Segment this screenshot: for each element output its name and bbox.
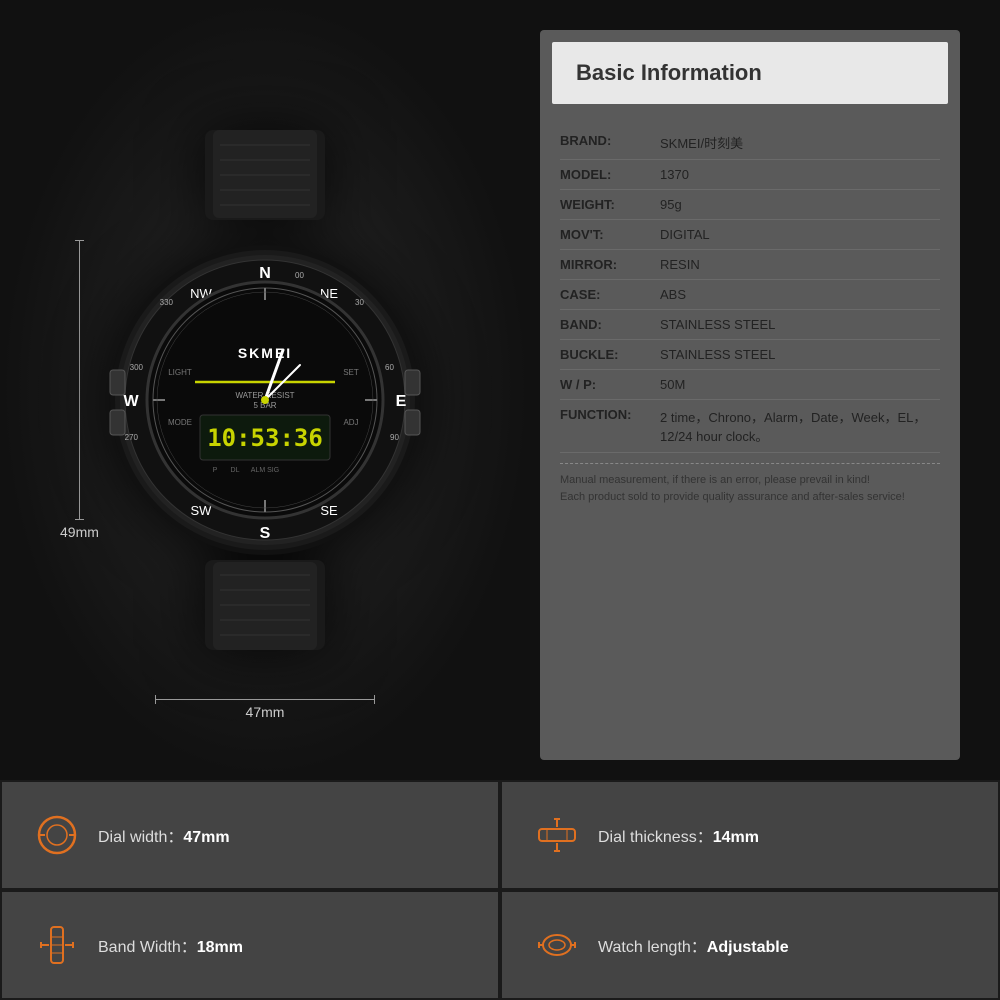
info-value: 2 time，Chrono，Alarm，Date，Week，EL，12/24 h… bbox=[660, 407, 940, 445]
svg-text:W: W bbox=[123, 393, 139, 410]
dial-thickness-icon bbox=[532, 813, 582, 857]
metric-dial-width: Dial width：47mm bbox=[0, 780, 500, 890]
info-label: CASE: bbox=[560, 287, 660, 302]
info-body: BRAND:SKMEI/时刻美MODEL:1370WEIGHT:95gMOV'T… bbox=[540, 116, 960, 533]
dimension-width-label: 47mm bbox=[155, 699, 375, 720]
metric-watch-length: Watch length：Adjustable bbox=[500, 890, 1000, 1000]
svg-text:MODE: MODE bbox=[168, 418, 192, 427]
watch-length-icon bbox=[532, 923, 582, 967]
svg-text:60: 60 bbox=[385, 363, 394, 372]
band-width-icon bbox=[32, 923, 82, 967]
info-label: MODEL: bbox=[560, 167, 660, 182]
width-value: 47mm bbox=[246, 704, 285, 720]
info-row: MODEL:1370 bbox=[560, 160, 940, 190]
info-row: MOV'T:DIGITAL bbox=[560, 220, 940, 250]
bottom-metrics: Dial width：47mm Dial thickness：14mm bbox=[0, 780, 1000, 1000]
svg-text:SKMEI: SKMEI bbox=[238, 345, 292, 361]
info-row: BAND:STAINLESS STEEL bbox=[560, 310, 940, 340]
svg-text:270: 270 bbox=[125, 433, 139, 442]
svg-text:30: 30 bbox=[355, 298, 364, 307]
svg-text:ADJ: ADJ bbox=[343, 418, 358, 427]
svg-text:LIGHT: LIGHT bbox=[168, 368, 192, 377]
info-header: Basic Information bbox=[552, 42, 948, 104]
info-value: ABS bbox=[660, 287, 940, 302]
svg-text:90: 90 bbox=[390, 433, 399, 442]
dial-thickness-label: Dial thickness：14mm bbox=[598, 823, 759, 847]
watch-length-label: Watch length：Adjustable bbox=[598, 933, 789, 957]
svg-text:S: S bbox=[260, 525, 271, 542]
info-label: MOV'T: bbox=[560, 227, 660, 242]
info-value: 95g bbox=[660, 197, 940, 212]
info-value: RESIN bbox=[660, 257, 940, 272]
band-width-value: 18mm bbox=[197, 939, 243, 956]
info-label: W / P: bbox=[560, 377, 660, 392]
info-label: WEIGHT: bbox=[560, 197, 660, 212]
svg-text:DL: DL bbox=[231, 467, 240, 474]
watch-svg: N S W E NE NW SE SW 00 30 60 330 300 90 … bbox=[105, 130, 425, 650]
svg-text:SET: SET bbox=[343, 368, 359, 377]
info-value: 1370 bbox=[660, 167, 940, 182]
info-value: STAINLESS STEEL bbox=[660, 347, 940, 362]
dial-width-value: 47mm bbox=[183, 829, 229, 846]
info-label: BRAND: bbox=[560, 133, 660, 148]
info-row: W / P:50M bbox=[560, 370, 940, 400]
metric-band-width: Band Width：18mm bbox=[0, 890, 500, 1000]
svg-text:SE: SE bbox=[320, 503, 338, 518]
info-value: DIGITAL bbox=[660, 227, 940, 242]
watch-length-value: Adjustable bbox=[707, 939, 789, 956]
svg-text:P: P bbox=[213, 467, 218, 474]
info-row: MIRROR:RESIN bbox=[560, 250, 940, 280]
info-row: BUCKLE:STAINLESS STEEL bbox=[560, 340, 940, 370]
watch-image: N S W E NE NW SE SW 00 30 60 330 300 90 … bbox=[90, 115, 440, 665]
metric-dial-thickness: Dial thickness：14mm bbox=[500, 780, 1000, 890]
info-label: MIRROR: bbox=[560, 257, 660, 272]
info-note: Manual measurement, if there is an error… bbox=[560, 463, 940, 513]
band-width-label: Band Width：18mm bbox=[98, 933, 243, 957]
info-label: FUNCTION: bbox=[560, 407, 660, 422]
svg-text:10:53:36: 10:53:36 bbox=[207, 424, 323, 452]
dial-thickness-value: 14mm bbox=[713, 829, 759, 846]
info-value: STAINLESS STEEL bbox=[660, 317, 940, 332]
svg-text:300: 300 bbox=[130, 363, 144, 372]
info-value: SKMEI/时刻美 bbox=[660, 133, 940, 152]
svg-text:00: 00 bbox=[295, 271, 304, 280]
info-title: Basic Information bbox=[576, 60, 924, 86]
info-panel: Basic Information BRAND:SKMEI/时刻美MODEL:1… bbox=[540, 30, 960, 760]
info-value: 50M bbox=[660, 377, 940, 392]
main-area: 49mm bbox=[0, 0, 1000, 780]
info-row: FUNCTION:2 time，Chrono，Alarm，Date，Week，E… bbox=[560, 400, 940, 453]
dial-width-label: Dial width：47mm bbox=[98, 823, 230, 847]
info-row: BRAND:SKMEI/时刻美 bbox=[560, 126, 940, 160]
info-row: WEIGHT:95g bbox=[560, 190, 940, 220]
svg-text:E: E bbox=[396, 393, 407, 410]
info-label: BAND: bbox=[560, 317, 660, 332]
watch-area: 49mm bbox=[0, 0, 530, 780]
info-label: BUCKLE: bbox=[560, 347, 660, 362]
svg-text:ALM SIG: ALM SIG bbox=[251, 467, 279, 474]
dial-width-icon bbox=[32, 813, 82, 857]
svg-text:N: N bbox=[259, 265, 271, 282]
info-row: CASE:ABS bbox=[560, 280, 940, 310]
svg-text:330: 330 bbox=[160, 298, 174, 307]
